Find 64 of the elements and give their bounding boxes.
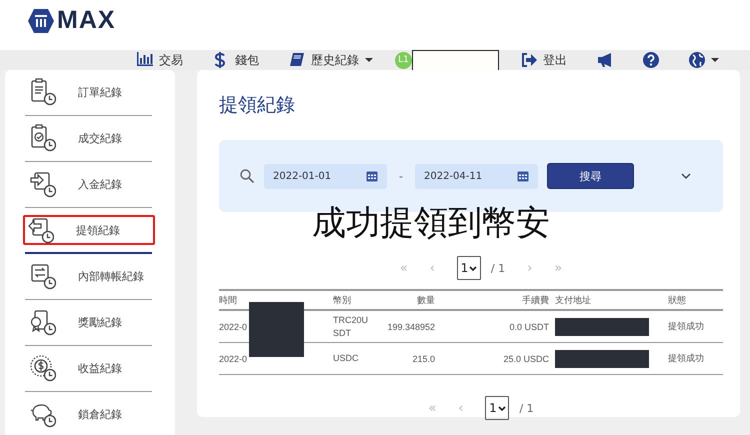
table-cell: 215.0: [412, 354, 435, 364]
column-header: 時間: [219, 294, 238, 306]
page-select[interactable]: 1: [456, 256, 481, 280]
column-header: 手續費: [521, 294, 549, 306]
megaphone-icon: [597, 52, 613, 68]
logo-text: MAX: [57, 6, 116, 35]
column-header: 幣別: [333, 294, 352, 306]
date-field[interactable]: 2022-04-11: [414, 164, 538, 188]
table-cell: 2022-0: [219, 322, 248, 332]
page-total: / 1: [490, 262, 506, 274]
sidebar-item[interactable]: 提領紀錄: [25, 208, 152, 254]
table-cell-text: USDC: [333, 352, 360, 365]
certificate-icon: [30, 308, 56, 336]
transfer-icon: [30, 262, 56, 290]
column-header: 狀態: [668, 294, 687, 306]
highlight-frame: 提領紀錄: [23, 215, 155, 245]
page-select[interactable]: 1: [485, 396, 510, 420]
search-icon: [240, 169, 254, 183]
clipboard-clock-icon: [30, 78, 56, 106]
table-cell: 0.0 USDT: [509, 322, 549, 332]
chevron-down-icon[interactable]: [681, 173, 691, 179]
search-button[interactable]: 搜尋: [546, 163, 634, 189]
book-icon: [289, 52, 305, 68]
table-cell: 提領成功: [668, 353, 704, 363]
logo-icon: [28, 8, 54, 32]
nav-help-link[interactable]: [643, 52, 659, 68]
sidebar-item[interactable]: 入金紀錄: [25, 162, 152, 208]
column-header: 數量: [416, 294, 435, 306]
chart-icon: [137, 52, 153, 68]
caption-text: 成功提領到幣安: [312, 202, 550, 245]
sidebar-item[interactable]: 獎勵紀錄: [25, 300, 152, 346]
sidebar-item[interactable]: 鎖倉紀錄: [25, 392, 152, 435]
caret-icon: [498, 406, 506, 410]
table-cell: 2022-0: [219, 354, 248, 364]
nav-dollar-link[interactable]: 錢包: [213, 52, 259, 68]
nav-globe-link[interactable]: [689, 52, 719, 68]
globe-icon: [689, 52, 705, 68]
arrow-out-icon: [28, 216, 54, 244]
table-cell-text: TRC20USDT: [333, 314, 370, 339]
table-cell: 199.348952: [387, 322, 435, 332]
clipboard-check-icon: [30, 124, 56, 152]
date-separator: -: [399, 170, 403, 182]
caret-icon: [469, 266, 478, 270]
calendar-icon: [366, 170, 378, 182]
sidebar-item[interactable]: 收益紀錄: [25, 346, 152, 392]
sidebar-item[interactable]: 成交紀錄: [25, 116, 152, 162]
page-total: / 1: [519, 402, 534, 414]
page-title: 提領紀錄: [219, 93, 296, 118]
sidebar-item[interactable]: 訂單紀錄: [25, 70, 152, 116]
nav-logout-link[interactable]: 登出: [521, 52, 567, 68]
level-badge: L1: [395, 52, 412, 68]
nav-chart-link[interactable]: 交易: [137, 52, 183, 68]
logout-icon: [521, 52, 537, 68]
date-field[interactable]: 2022-01-01: [264, 164, 387, 188]
nav-book-link[interactable]: 歷史紀錄: [289, 52, 373, 68]
coin-icon: [30, 354, 56, 382]
nav-megaphone-link[interactable]: [597, 52, 613, 68]
sidebar-item[interactable]: 內部轉帳紀錄: [25, 254, 152, 300]
column-header: 支付地址: [554, 294, 592, 306]
table-cell: 提領成功: [668, 321, 704, 331]
arrow-in-icon: [30, 170, 56, 198]
table-cell: 25.0 USDC: [503, 354, 549, 364]
help-icon: [643, 52, 659, 68]
calendar-icon: [516, 170, 529, 182]
